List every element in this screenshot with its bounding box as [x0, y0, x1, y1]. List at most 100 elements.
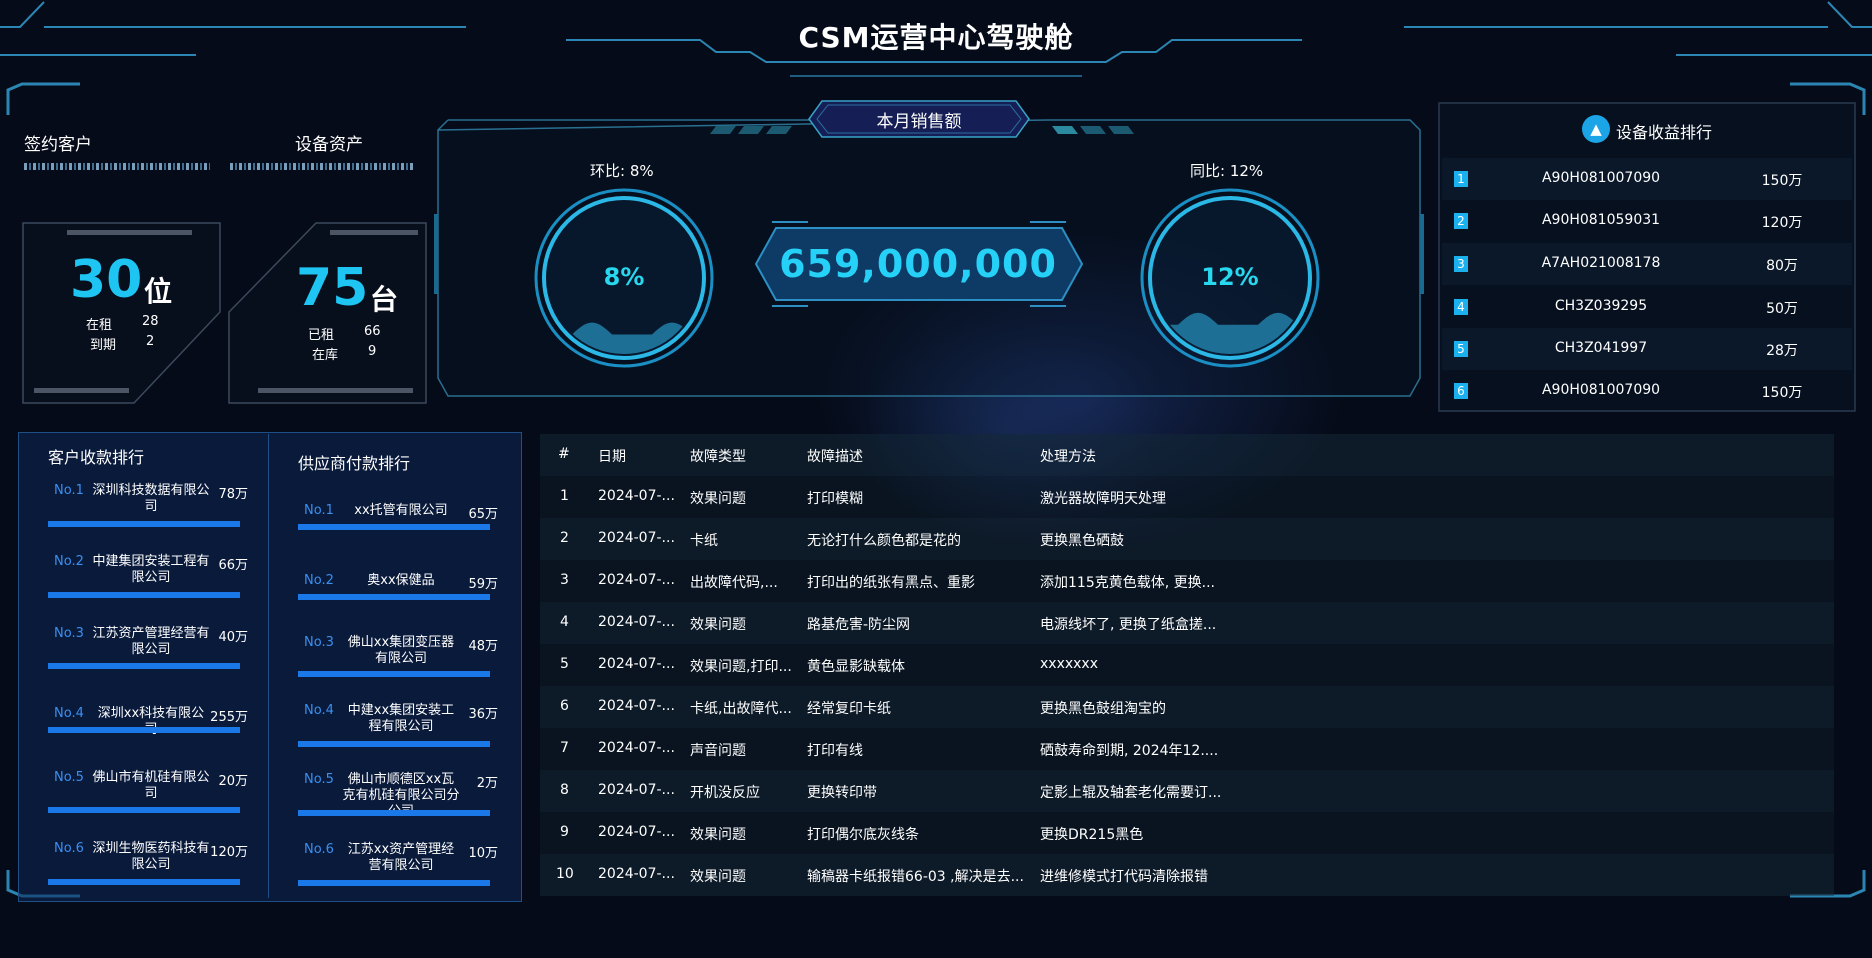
- table-row[interactable]: 4 2024-07-... 效果问题 路基危害-防尘网 电源线坏了, 更换了纸盒…: [540, 602, 1834, 644]
- payment-value: 78万: [218, 487, 248, 502]
- cell-date: 2024-07-...: [598, 656, 675, 672]
- cell-date: 2024-07-...: [598, 824, 675, 840]
- payment-value: 255万: [210, 710, 248, 725]
- customers-label: 签约客户: [24, 135, 92, 155]
- cell-type: 效果问题: [690, 827, 746, 843]
- table-row[interactable]: 5 2024-07-... 效果问题,打印... 黄色显影缺载体 xxxxxxx: [540, 644, 1834, 686]
- col-desc-header: 故障描述: [807, 449, 863, 465]
- assets-card: 75 台 已租 66 在库 9: [228, 222, 428, 404]
- rank-index: 2: [1454, 213, 1468, 229]
- cell-type: 效果问题: [690, 491, 746, 507]
- assets-unit: 台: [370, 283, 399, 316]
- company-name: 中建集团安装工程有限公司: [92, 554, 210, 585]
- cell-desc: 更换转印带: [807, 785, 877, 801]
- assets-instock-label: 在库: [312, 348, 339, 363]
- sales-title: 本月销售额: [876, 112, 962, 132]
- assets-instock-value: 9: [368, 344, 377, 359]
- table-row[interactable]: 9 2024-07-... 效果问题 打印偶尔底灰线条 更换DR215黑色: [540, 812, 1834, 854]
- payment-value: 20万: [218, 774, 248, 789]
- cell-type: 开机没反应: [690, 785, 760, 801]
- cell-type: 声音问题: [690, 743, 746, 759]
- supplier-payments-title: 供应商付款排行: [298, 454, 411, 473]
- customer-bar: [48, 592, 240, 598]
- customers-count: 30: [70, 250, 143, 310]
- cell-method: 添加115克黄色载体, 更换...: [1040, 575, 1215, 591]
- cell-desc: 路基危害-防尘网: [807, 617, 911, 633]
- payment-value: 40万: [218, 630, 248, 645]
- cell-date: 2024-07-...: [598, 866, 675, 882]
- table-row[interactable]: 7 2024-07-... 声音问题 打印有线 硒鼓寿命到期, 2024年12.…: [540, 728, 1834, 770]
- payments-divider: [268, 434, 269, 898]
- supplier-bar: [298, 671, 490, 677]
- ranking-row[interactable]: 5 CH3Z041997 28万: [1442, 328, 1852, 370]
- customers-expired-label: 到期: [90, 338, 117, 353]
- table-row[interactable]: 10 2024-07-... 效果问题 输稿器卡纸报错66-03 ,解决是去..…: [540, 854, 1834, 896]
- cell-method: 激光器故障明天处理: [1040, 491, 1166, 507]
- rank-no: No.3: [304, 635, 334, 650]
- ranking-row[interactable]: 6 A90H081007090 150万: [1442, 370, 1852, 412]
- rank-no: No.3: [54, 626, 84, 641]
- cell-date: 2024-07-...: [598, 782, 675, 798]
- assets-count: 75: [296, 258, 369, 318]
- rank-index: 6: [1454, 383, 1468, 399]
- supplier-bar: [298, 594, 490, 600]
- rank-no: No.5: [54, 770, 84, 785]
- company-name: 深圳生物医药科技有限公司: [92, 841, 210, 872]
- company-name: 深圳xx科技有限公司: [97, 706, 205, 737]
- customer-bar: [48, 521, 240, 527]
- payment-value: 10万: [468, 846, 498, 861]
- rank-no: No.2: [304, 573, 334, 588]
- cell-date: 2024-07-...: [598, 572, 675, 588]
- rank-no: No.5: [304, 772, 334, 787]
- table-row[interactable]: 6 2024-07-... 卡纸,出故障代... 经常复印卡纸 更换黑色鼓组淘宝…: [540, 686, 1834, 728]
- company-name: 深圳科技数据有限公司: [92, 483, 210, 514]
- table-row[interactable]: 1 2024-07-... 效果问题 打印模糊 激光器故障明天处理: [540, 476, 1834, 518]
- customers-dots-decoration: [24, 163, 210, 170]
- cell-date: 2024-07-...: [598, 698, 675, 714]
- yoy-gauge-value: 12%: [1201, 263, 1259, 291]
- rank-index: 1: [1454, 171, 1468, 187]
- table-row[interactable]: 3 2024-07-... 出故障代码,... 打印出的纸张有黑点、重影 添加1…: [540, 560, 1834, 602]
- customer-bar: [48, 663, 240, 669]
- device-code: A90H081007090: [1541, 382, 1661, 398]
- company-name: 佛山市有机硅有限公司: [92, 770, 210, 801]
- company-name: 江苏资产管理经营有限公司: [92, 626, 210, 657]
- device-code: A7AH021008178: [1541, 255, 1661, 271]
- col-type-header: 故障类型: [690, 449, 746, 465]
- cell-method: 更换DR215黑色: [1040, 827, 1144, 843]
- customers-expired-value: 2: [146, 334, 155, 349]
- cell-type: 出故障代码,...: [690, 575, 778, 591]
- table-row[interactable]: 2 2024-07-... 卡纸 无论打什么颜色都是花的 更换黑色硒鼓: [540, 518, 1834, 560]
- ranking-row[interactable]: 2 A90H081059031 120万: [1442, 200, 1852, 242]
- rank-index: 4: [1454, 299, 1468, 315]
- cell-index: 4: [560, 614, 569, 630]
- rank-index: 5: [1454, 341, 1468, 357]
- ranking-row[interactable]: 4 CH3Z039295 50万: [1442, 286, 1852, 328]
- cell-index: 7: [560, 740, 569, 756]
- supplier-bar: [298, 524, 490, 530]
- table-header: # 日期 故障类型 故障描述 处理方法: [540, 434, 1834, 476]
- rank-no: No.6: [54, 841, 84, 856]
- cell-type: 卡纸: [690, 533, 718, 549]
- cell-index: 2: [560, 530, 569, 546]
- cell-desc: 黄色显影缺载体: [807, 659, 905, 675]
- device-code: A90H081007090: [1541, 170, 1661, 186]
- device-ranking-title: 设备收益排行: [1616, 123, 1713, 142]
- device-code: CH3Z041997: [1554, 340, 1648, 356]
- cell-method: 电源线坏了, 更换了纸盒搓...: [1040, 617, 1217, 633]
- rank-no: No.1: [304, 503, 334, 518]
- ranking-row[interactable]: 3 A7AH021008178 80万: [1442, 243, 1852, 285]
- cell-type: 效果问题,打印...: [690, 659, 792, 675]
- payment-value: 65万: [468, 507, 498, 522]
- device-amount: 80万: [1766, 258, 1798, 274]
- payment-value: 59万: [468, 577, 498, 592]
- payment-value: 2万: [476, 776, 498, 791]
- ranking-row[interactable]: 1 A90H081007090 150万: [1442, 158, 1852, 200]
- cell-method: 进维修模式打代码清除报错: [1040, 869, 1208, 885]
- cell-date: 2024-07-...: [598, 530, 675, 546]
- cell-method: 硒鼓寿命到期, 2024年12....: [1040, 743, 1219, 759]
- cell-method: 更换黑色硒鼓: [1040, 533, 1124, 549]
- cell-type: 效果问题: [690, 617, 746, 633]
- table-row[interactable]: 8 2024-07-... 开机没反应 更换转印带 定影上辊及轴套老化需要订..…: [540, 770, 1834, 812]
- cell-index: 8: [560, 782, 569, 798]
